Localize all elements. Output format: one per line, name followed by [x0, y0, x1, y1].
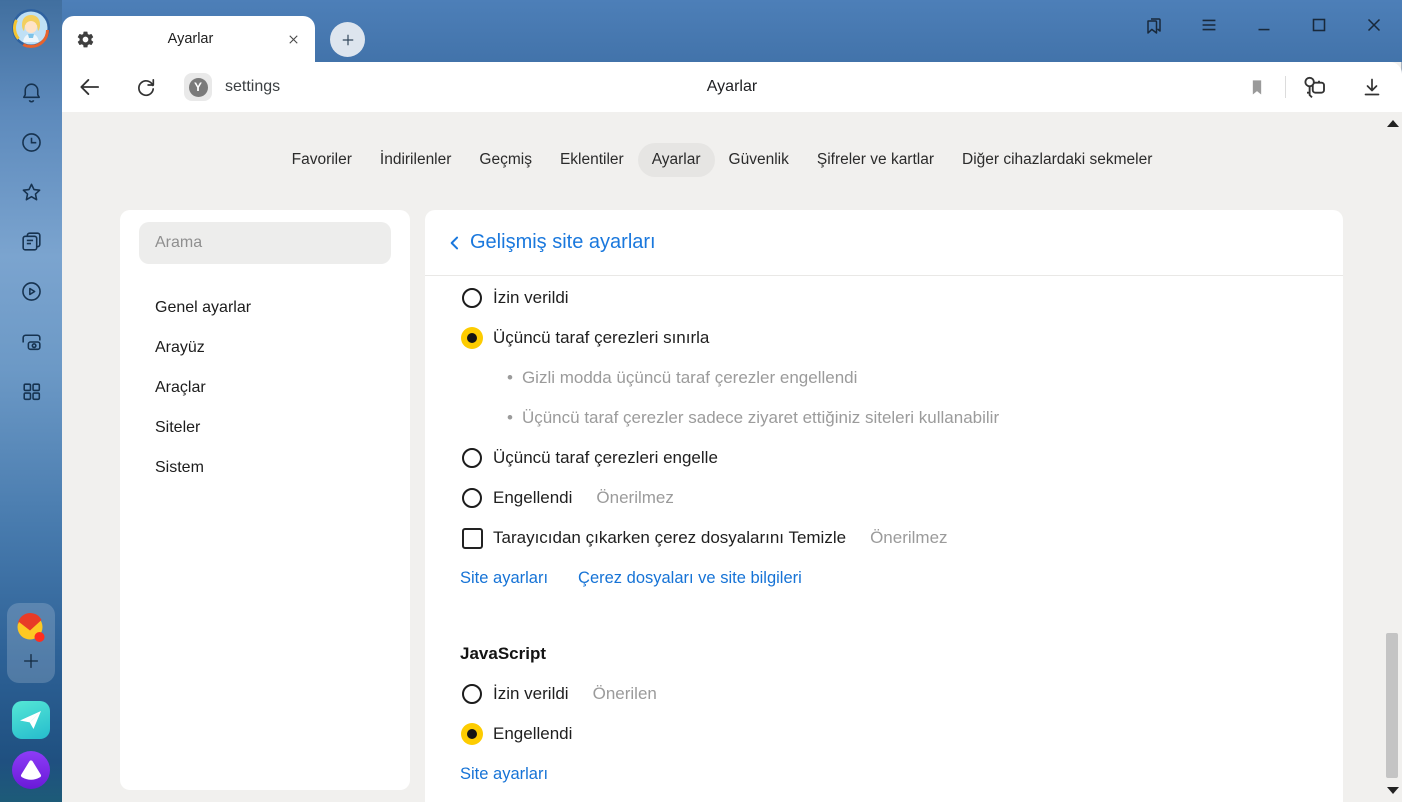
minimize-icon[interactable]: [1249, 11, 1278, 40]
toolbar-divider: [1285, 76, 1286, 98]
javascript-section-header: JavaScript: [460, 634, 1343, 674]
radio-unchecked[interactable]: [462, 684, 482, 704]
not-recommended-note: Önerilmez: [870, 528, 947, 548]
nav-tab-gecmis[interactable]: Geçmiş: [465, 143, 546, 177]
advanced-site-settings-card: Gelişmiş site ayarları İzin verildi Üçün…: [425, 210, 1343, 802]
radio-checked[interactable]: [461, 723, 483, 745]
sidebar-rail: [0, 0, 62, 802]
tab-title: Ayarlar: [95, 31, 286, 47]
back-chevron-icon[interactable]: [442, 230, 468, 256]
tab-close-icon[interactable]: [286, 32, 301, 47]
page-title: Gelişmiş site ayarları: [470, 231, 656, 254]
url-text[interactable]: settings: [225, 78, 280, 96]
menu-icon[interactable]: [1194, 11, 1223, 40]
content-area: Favoriler İndirilenler Geçmiş Eklentiler…: [62, 112, 1402, 802]
nav-tab-favoriler[interactable]: Favoriler: [278, 143, 366, 177]
add-account-plus-icon[interactable]: [7, 650, 55, 672]
radio-unchecked[interactable]: [462, 288, 482, 308]
nav-tab-eklentiler[interactable]: Eklentiler: [546, 143, 638, 177]
radio-row-engellendi[interactable]: Engellendi Önerilmez: [460, 478, 1343, 518]
radio-checked[interactable]: [461, 327, 483, 349]
profile-avatar[interactable]: [11, 8, 51, 48]
browser-tab-settings[interactable]: Ayarlar: [62, 16, 315, 62]
radio-unchecked[interactable]: [462, 448, 482, 468]
menu-item-araclar[interactable]: Araçlar: [120, 368, 410, 408]
reload-icon[interactable]: [130, 71, 162, 103]
screenshot-icon[interactable]: [0, 329, 62, 354]
settings-nav-tabs: Favoriler İndirilenler Geçmiş Eklentiler…: [62, 138, 1382, 182]
page-scrollbar[interactable]: [1384, 112, 1401, 802]
scroll-down-arrow-icon[interactable]: [1387, 787, 1399, 794]
nav-tab-ayarlar[interactable]: Ayarlar: [638, 143, 715, 177]
articles-icon[interactable]: [0, 229, 62, 254]
window-close-icon[interactable]: [1359, 11, 1388, 40]
download-icon[interactable]: [1356, 71, 1388, 103]
collections-icon[interactable]: [1139, 11, 1168, 40]
scrollbar-thumb[interactable]: [1386, 633, 1398, 778]
radio-row-js-engellendi[interactable]: Engellendi: [460, 714, 1343, 754]
history-clock-icon[interactable]: [0, 130, 62, 155]
checkbox-unchecked[interactable]: [462, 528, 483, 549]
link-site-ayarlari[interactable]: Site ayarları: [460, 569, 548, 588]
yandex-y-icon: Y: [189, 78, 208, 97]
nav-tab-diger-cihazlardaki-sekmeler[interactable]: Diğer cihazlardaki sekmeler: [948, 143, 1166, 177]
javascript-links-row: Site ayarları: [460, 754, 1343, 794]
radio-row-js-izin-verildi[interactable]: İzin verildi Önerilen: [460, 674, 1343, 714]
apps-grid-icon[interactable]: [0, 379, 62, 404]
notifications-bell-icon[interactable]: [0, 80, 62, 105]
link-cerez-dosyalari[interactable]: Çerez dosyaları ve site bilgileri: [578, 569, 802, 588]
yandex-mail-icon[interactable]: [7, 611, 55, 647]
menu-item-arayuz[interactable]: Arayüz: [120, 328, 410, 368]
menu-item-siteler[interactable]: Siteler: [120, 408, 410, 448]
nav-tab-sifreler-ve-kartlar[interactable]: Şifreler ve kartlar: [803, 143, 948, 177]
pinned-apps-group: [7, 603, 55, 683]
cookies-links-row: Site ayarları Çerez dosyaları ve site bi…: [460, 558, 1343, 598]
info-bullet-1: Gizli modda üçüncü taraf çerezler engell…: [460, 358, 1343, 398]
radio-row-ucuncu-taraf-engelle[interactable]: Üçüncü taraf çerezleri engelle: [460, 438, 1343, 478]
info-bullet-2: Üçüncü taraf çerezler sadece ziyaret ett…: [460, 398, 1343, 438]
card-body: İzin verildi Üçüncü taraf çerezleri sını…: [425, 276, 1343, 794]
video-play-icon[interactable]: [0, 279, 62, 304]
settings-menu-list: Genel ayarlar Arayüz Araçlar Siteler Sis…: [120, 288, 410, 488]
window-controls: [1139, 10, 1388, 40]
radio-unchecked[interactable]: [462, 488, 482, 508]
site-security-badge[interactable]: Y: [184, 73, 212, 101]
passwords-key-icon[interactable]: [1298, 71, 1330, 103]
menu-item-sistem[interactable]: Sistem: [120, 448, 410, 488]
gear-icon: [76, 30, 95, 49]
maximize-icon[interactable]: [1304, 11, 1333, 40]
menu-item-genel-ayarlar[interactable]: Genel ayarlar: [120, 288, 410, 328]
bookmarks-star-icon[interactable]: [0, 180, 62, 205]
scroll-up-arrow-icon[interactable]: [1387, 120, 1399, 127]
recommended-note: Önerilen: [593, 684, 657, 704]
titlebar: Ayarlar: [0, 0, 1402, 62]
plus-icon: [339, 31, 357, 49]
checkbox-row-cerez-temizle[interactable]: Tarayıcıdan çıkarken çerez dosyalarını T…: [460, 518, 1343, 558]
messenger-icon[interactable]: [12, 701, 50, 739]
toolbar-right-actions: [1241, 71, 1388, 103]
not-recommended-note: Önerilmez: [596, 488, 673, 508]
new-tab-button[interactable]: [330, 22, 365, 57]
back-icon[interactable]: [74, 71, 106, 103]
card-header: Gelişmiş site ayarları: [425, 210, 1343, 276]
settings-menu-panel: Genel ayarlar Arayüz Araçlar Siteler Sis…: [120, 210, 410, 790]
address-toolbar: Y settings Ayarlar: [62, 62, 1402, 112]
search-input[interactable]: [139, 222, 391, 264]
link-js-site-ayarlari[interactable]: Site ayarları: [460, 765, 548, 784]
bookmark-icon[interactable]: [1241, 71, 1273, 103]
nav-tab-indirilenler[interactable]: İndirilenler: [366, 143, 466, 177]
browser-window: Ayarlar: [0, 0, 1402, 802]
alice-assistant-icon[interactable]: [12, 751, 50, 789]
radio-row-ucuncu-taraf-sinirla[interactable]: Üçüncü taraf çerezleri sınırla: [460, 318, 1343, 358]
radio-row-izin-verildi[interactable]: İzin verildi: [460, 278, 1343, 318]
nav-tab-guvenlik[interactable]: Güvenlik: [715, 143, 803, 177]
